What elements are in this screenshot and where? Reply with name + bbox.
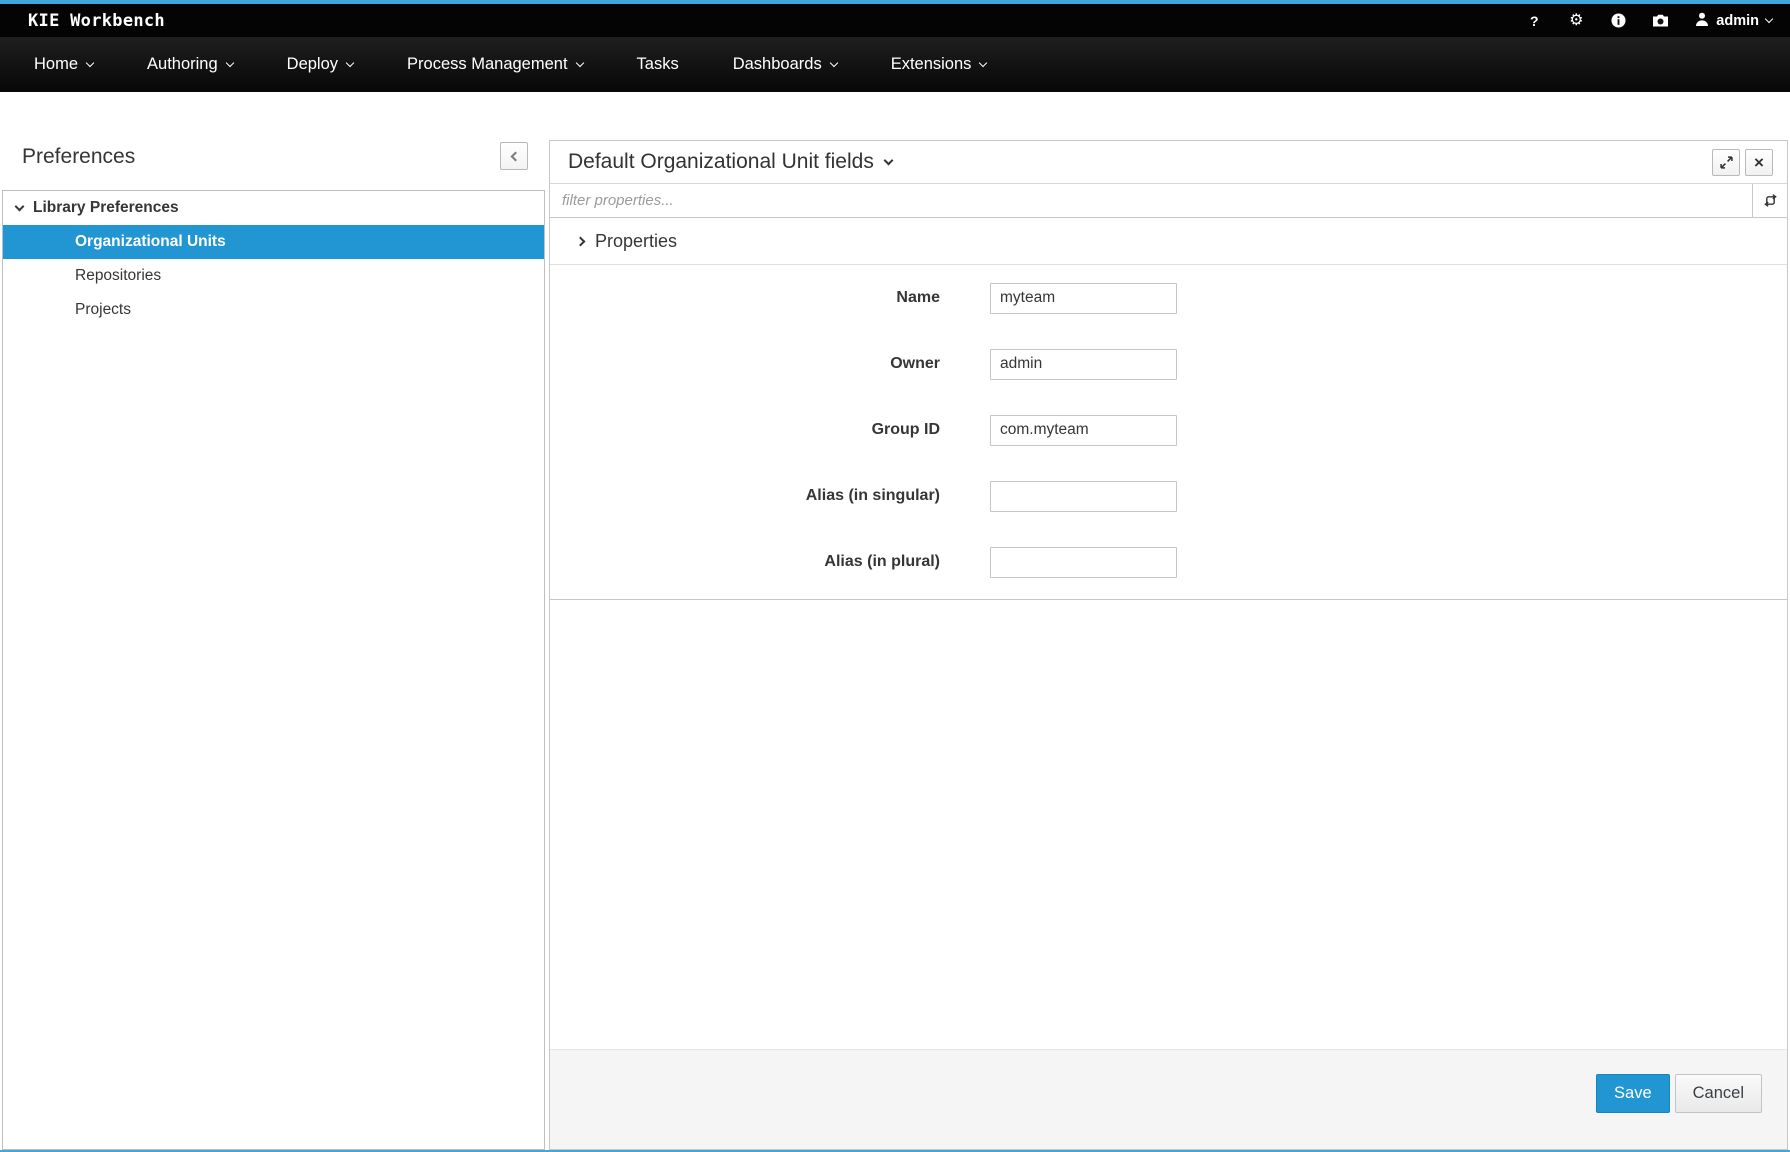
filter-bar	[550, 184, 1787, 218]
chevron-down-icon	[575, 58, 583, 66]
swap-arrows-icon	[1763, 194, 1778, 207]
info-icon[interactable]	[1610, 13, 1626, 28]
properties-section-toggle[interactable]: Properties	[550, 218, 1787, 265]
tree-root-label: Library Preferences	[33, 199, 179, 217]
alias-singular-label: Alias (in singular)	[550, 487, 940, 505]
maximize-button[interactable]	[1712, 149, 1740, 176]
chevron-down-icon	[1765, 14, 1773, 22]
nav-item-tasks[interactable]: Tasks	[637, 55, 679, 74]
alias-singular-field[interactable]	[990, 481, 1177, 512]
editor-title: Default Organizational Unit fields	[568, 150, 874, 174]
editor-body-spacer	[550, 600, 1787, 1049]
properties-form: Name Owner Group ID Alias (in singular) …	[550, 265, 1787, 600]
chevron-down-icon	[979, 58, 987, 66]
filter-input[interactable]	[550, 184, 1752, 217]
form-row-group-id: Group ID	[550, 411, 1787, 449]
properties-section-label: Properties	[595, 231, 677, 252]
close-button[interactable]: ×	[1745, 149, 1773, 176]
preferences-tree: Library Preferences Organizational Units…	[2, 190, 545, 1150]
refresh-button[interactable]	[1752, 184, 1787, 217]
collapse-panel-button[interactable]	[500, 142, 528, 170]
editor-title-dropdown[interactable]: Default Organizational Unit fields	[568, 150, 892, 174]
group-id-label: Group ID	[550, 421, 940, 439]
tree-item-projects[interactable]: Projects	[3, 293, 544, 327]
editor-header: Default Organizational Unit fields ×	[550, 141, 1787, 184]
alias-plural-label: Alias (in plural)	[550, 553, 940, 571]
chevron-right-icon	[576, 236, 586, 246]
form-row-alias-plural: Alias (in plural)	[550, 543, 1787, 581]
tree-item-repositories[interactable]: Repositories	[3, 259, 544, 293]
preferences-panel: Preferences Library Preferences Organiza…	[2, 140, 545, 1150]
save-button[interactable]: Save	[1596, 1074, 1670, 1113]
help-icon[interactable]: ?	[1526, 14, 1542, 28]
editor-panel: Default Organizational Unit fields ×	[549, 140, 1788, 1150]
name-label: Name	[550, 289, 940, 307]
topbar: KIE Workbench ? ⚙ admin	[0, 4, 1790, 37]
chevron-down-icon	[883, 155, 893, 165]
form-row-owner: Owner	[550, 345, 1787, 383]
tree-item-organizational-units[interactable]: Organizational Units	[3, 225, 544, 259]
main-nav: Home Authoring Deploy Process Management…	[0, 37, 1790, 92]
nav-item-extensions[interactable]: Extensions	[891, 55, 987, 74]
user-icon	[1695, 12, 1709, 30]
editor-window-buttons: ×	[1712, 149, 1773, 176]
name-field[interactable]	[990, 283, 1177, 314]
chevron-down-icon	[346, 58, 354, 66]
form-row-alias-singular: Alias (in singular)	[550, 477, 1787, 515]
nav-item-process-management[interactable]: Process Management	[407, 55, 583, 74]
preferences-title: Preferences	[22, 142, 135, 172]
user-menu[interactable]: admin	[1695, 12, 1772, 30]
camera-icon[interactable]	[1652, 14, 1669, 27]
nav-item-authoring[interactable]: Authoring	[147, 55, 233, 74]
chevron-down-icon	[225, 58, 233, 66]
cancel-button[interactable]: Cancel	[1675, 1074, 1762, 1113]
form-row-name: Name	[550, 279, 1787, 317]
chevron-down-icon	[829, 58, 837, 66]
page: KIE Workbench ? ⚙ admin Home Authoring	[0, 0, 1790, 1152]
owner-label: Owner	[550, 355, 940, 373]
tree-item-library-preferences[interactable]: Library Preferences	[3, 191, 544, 225]
expand-icon	[1720, 156, 1733, 169]
close-icon: ×	[1754, 154, 1764, 171]
owner-field[interactable]	[990, 349, 1177, 380]
alias-plural-field[interactable]	[990, 547, 1177, 578]
content-area: Preferences Library Preferences Organiza…	[0, 92, 1790, 1152]
chevron-down-icon	[15, 202, 25, 212]
preferences-panel-header: Preferences	[2, 140, 545, 190]
chevron-down-icon	[86, 58, 94, 66]
group-id-field[interactable]	[990, 415, 1177, 446]
nav-item-dashboards[interactable]: Dashboards	[733, 55, 837, 74]
topbar-actions: ? ⚙ admin	[1526, 12, 1772, 30]
chevron-left-icon	[511, 151, 521, 161]
editor-footer: Save Cancel	[550, 1049, 1787, 1149]
gear-icon[interactable]: ⚙	[1568, 13, 1584, 29]
user-name: admin	[1716, 13, 1759, 29]
nav-item-deploy[interactable]: Deploy	[287, 55, 353, 74]
nav-item-home[interactable]: Home	[34, 55, 93, 74]
app-logo[interactable]: KIE Workbench	[28, 11, 165, 31]
